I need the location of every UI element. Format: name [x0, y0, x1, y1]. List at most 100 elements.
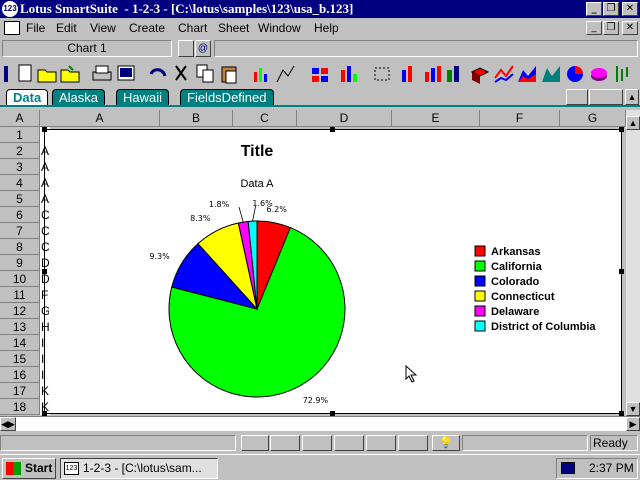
area-chart-icon[interactable]	[516, 62, 538, 86]
menu-create[interactable]: Create	[129, 21, 165, 35]
row-header[interactable]: 11	[0, 287, 40, 303]
row-header[interactable]: 12	[0, 303, 40, 319]
start-button[interactable]: Start	[2, 458, 56, 479]
row-header[interactable]: 9	[0, 255, 40, 271]
tab-data[interactable]: Data	[6, 89, 49, 106]
document-icon[interactable]	[4, 21, 20, 35]
cell-fragment[interactable]: D	[41, 255, 49, 271]
open-folder-icon[interactable]	[36, 62, 58, 86]
status-align-icon[interactable]	[366, 435, 396, 451]
cell-fragment[interactable]: I	[41, 351, 49, 367]
cell-fragment[interactable]: C	[41, 207, 49, 223]
row-header[interactable]: 6	[0, 207, 40, 223]
column-header[interactable]: G	[560, 110, 626, 126]
copy-icon[interactable]	[194, 62, 216, 86]
navigator-icon[interactable]	[178, 40, 194, 57]
pie-chart-icon[interactable]	[564, 62, 586, 86]
cell-fragment[interactable]: G	[41, 303, 49, 319]
column-header[interactable]: C	[233, 110, 297, 126]
vertical-scrollbar[interactable]	[626, 110, 640, 416]
scroll-up-icon[interactable]: ▲	[626, 116, 640, 130]
at-function-icon[interactable]: @	[195, 40, 211, 57]
lightbulb-icon[interactable]: 💡	[432, 435, 460, 451]
corner-header[interactable]: A	[0, 110, 40, 126]
tray-app-icon[interactable]	[561, 462, 575, 474]
column-header[interactable]: F	[480, 110, 560, 126]
cell-fragment[interactable]: D	[41, 271, 49, 287]
cell-fragment[interactable]: C	[41, 223, 49, 239]
taskbar-task-button[interactable]: 123 1-2-3 - [C:\lotus\sam...	[60, 458, 218, 479]
row-header[interactable]: 5	[0, 191, 40, 207]
3d-stacked-icon[interactable]	[469, 62, 491, 86]
doc-close-button[interactable]: ✕	[622, 21, 638, 35]
scroll-up-arrow-icon[interactable]: ▲	[625, 89, 639, 105]
scroll-left-icon[interactable]: ◀▶	[0, 417, 16, 431]
chart-bar-color-icon[interactable]	[338, 62, 360, 86]
status-chart-color-icon[interactable]	[302, 435, 332, 451]
save-icon[interactable]	[59, 62, 81, 86]
minimize-button[interactable]: _	[586, 2, 602, 16]
app-icon[interactable]: 123	[2, 1, 18, 17]
3d-bar-icon[interactable]	[444, 62, 466, 86]
chart-style-icon[interactable]	[275, 62, 297, 86]
menu-sheet[interactable]: Sheet	[218, 21, 249, 35]
3d-area-icon[interactable]	[540, 62, 562, 86]
menu-window[interactable]: Window	[258, 21, 301, 35]
status-format-icon[interactable]	[241, 435, 269, 451]
selection-name-box[interactable]: Chart 1	[2, 40, 172, 57]
scroll-right-icon[interactable]: ▶	[626, 417, 640, 431]
status-chart-type-icon[interactable]	[270, 435, 300, 451]
tab-hawaii[interactable]: Hawaii	[116, 89, 170, 106]
row-header[interactable]: 16	[0, 367, 40, 383]
menu-view[interactable]: View	[90, 21, 116, 35]
scroll-down-icon[interactable]: ▼	[626, 402, 640, 416]
restore-button[interactable]: ❐	[603, 2, 619, 16]
row-header[interactable]: 1	[0, 127, 40, 143]
close-button[interactable]: ✕	[622, 2, 638, 16]
horizontal-scrollbar[interactable]	[16, 417, 626, 431]
row-header[interactable]: 13	[0, 319, 40, 335]
column-header[interactable]: E	[392, 110, 480, 126]
undo-icon[interactable]	[147, 62, 169, 86]
stacked-bar-icon[interactable]	[421, 62, 443, 86]
cell-fragment[interactable]: K	[41, 383, 49, 399]
menu-chart[interactable]: Chart	[178, 21, 207, 35]
print-icon[interactable]	[91, 62, 113, 86]
selection-handle[interactable]	[619, 127, 624, 132]
tab-alaska[interactable]: Alaska	[52, 89, 106, 106]
column-header[interactable]: A	[40, 110, 160, 126]
row-header[interactable]: 15	[0, 351, 40, 367]
hlco-chart-icon[interactable]	[612, 62, 634, 86]
select-area-icon[interactable]	[372, 62, 394, 86]
chart-area[interactable]: Title Data A 6.2% 72.9% 9.3% 8.3% 1.8% 1.6% Arka…	[44, 129, 622, 414]
contents-box[interactable]	[214, 40, 638, 57]
paste-icon[interactable]	[218, 62, 240, 86]
cell-fragment[interactable]: C	[41, 239, 49, 255]
menu-file[interactable]: File	[26, 21, 45, 35]
row-header[interactable]: 2	[0, 143, 40, 159]
cell-fragment[interactable]: H	[41, 319, 49, 335]
menu-help[interactable]: Help	[314, 21, 339, 35]
doc-restore-button[interactable]: ❐	[603, 21, 619, 35]
row-header[interactable]: 7	[0, 223, 40, 239]
cell-fragment[interactable]: I	[41, 367, 49, 383]
cut-icon[interactable]	[170, 62, 192, 86]
new-file-icon[interactable]	[14, 62, 36, 86]
row-header[interactable]: 4	[0, 175, 40, 191]
row-header[interactable]: 3	[0, 159, 40, 175]
line-chart-icon[interactable]	[493, 62, 515, 86]
status-line-style-icon[interactable]	[398, 435, 428, 451]
row-header[interactable]: 18	[0, 399, 40, 415]
selection-handle[interactable]	[619, 269, 624, 274]
cell-fragment[interactable]: A	[41, 175, 49, 191]
bar-chart-icon[interactable]	[398, 62, 420, 86]
column-header[interactable]: B	[160, 110, 233, 126]
cell-fragment[interactable]: F	[41, 287, 49, 303]
selection-handle[interactable]	[42, 127, 47, 132]
menu-edit[interactable]: Edit	[56, 21, 77, 35]
tab-split-icon[interactable]	[566, 89, 588, 105]
new-sheet-button[interactable]	[589, 89, 623, 105]
cell-fragment[interactable]: A	[41, 143, 49, 159]
doc-minimize-button[interactable]: _	[586, 21, 602, 35]
row-header[interactable]: 17	[0, 383, 40, 399]
